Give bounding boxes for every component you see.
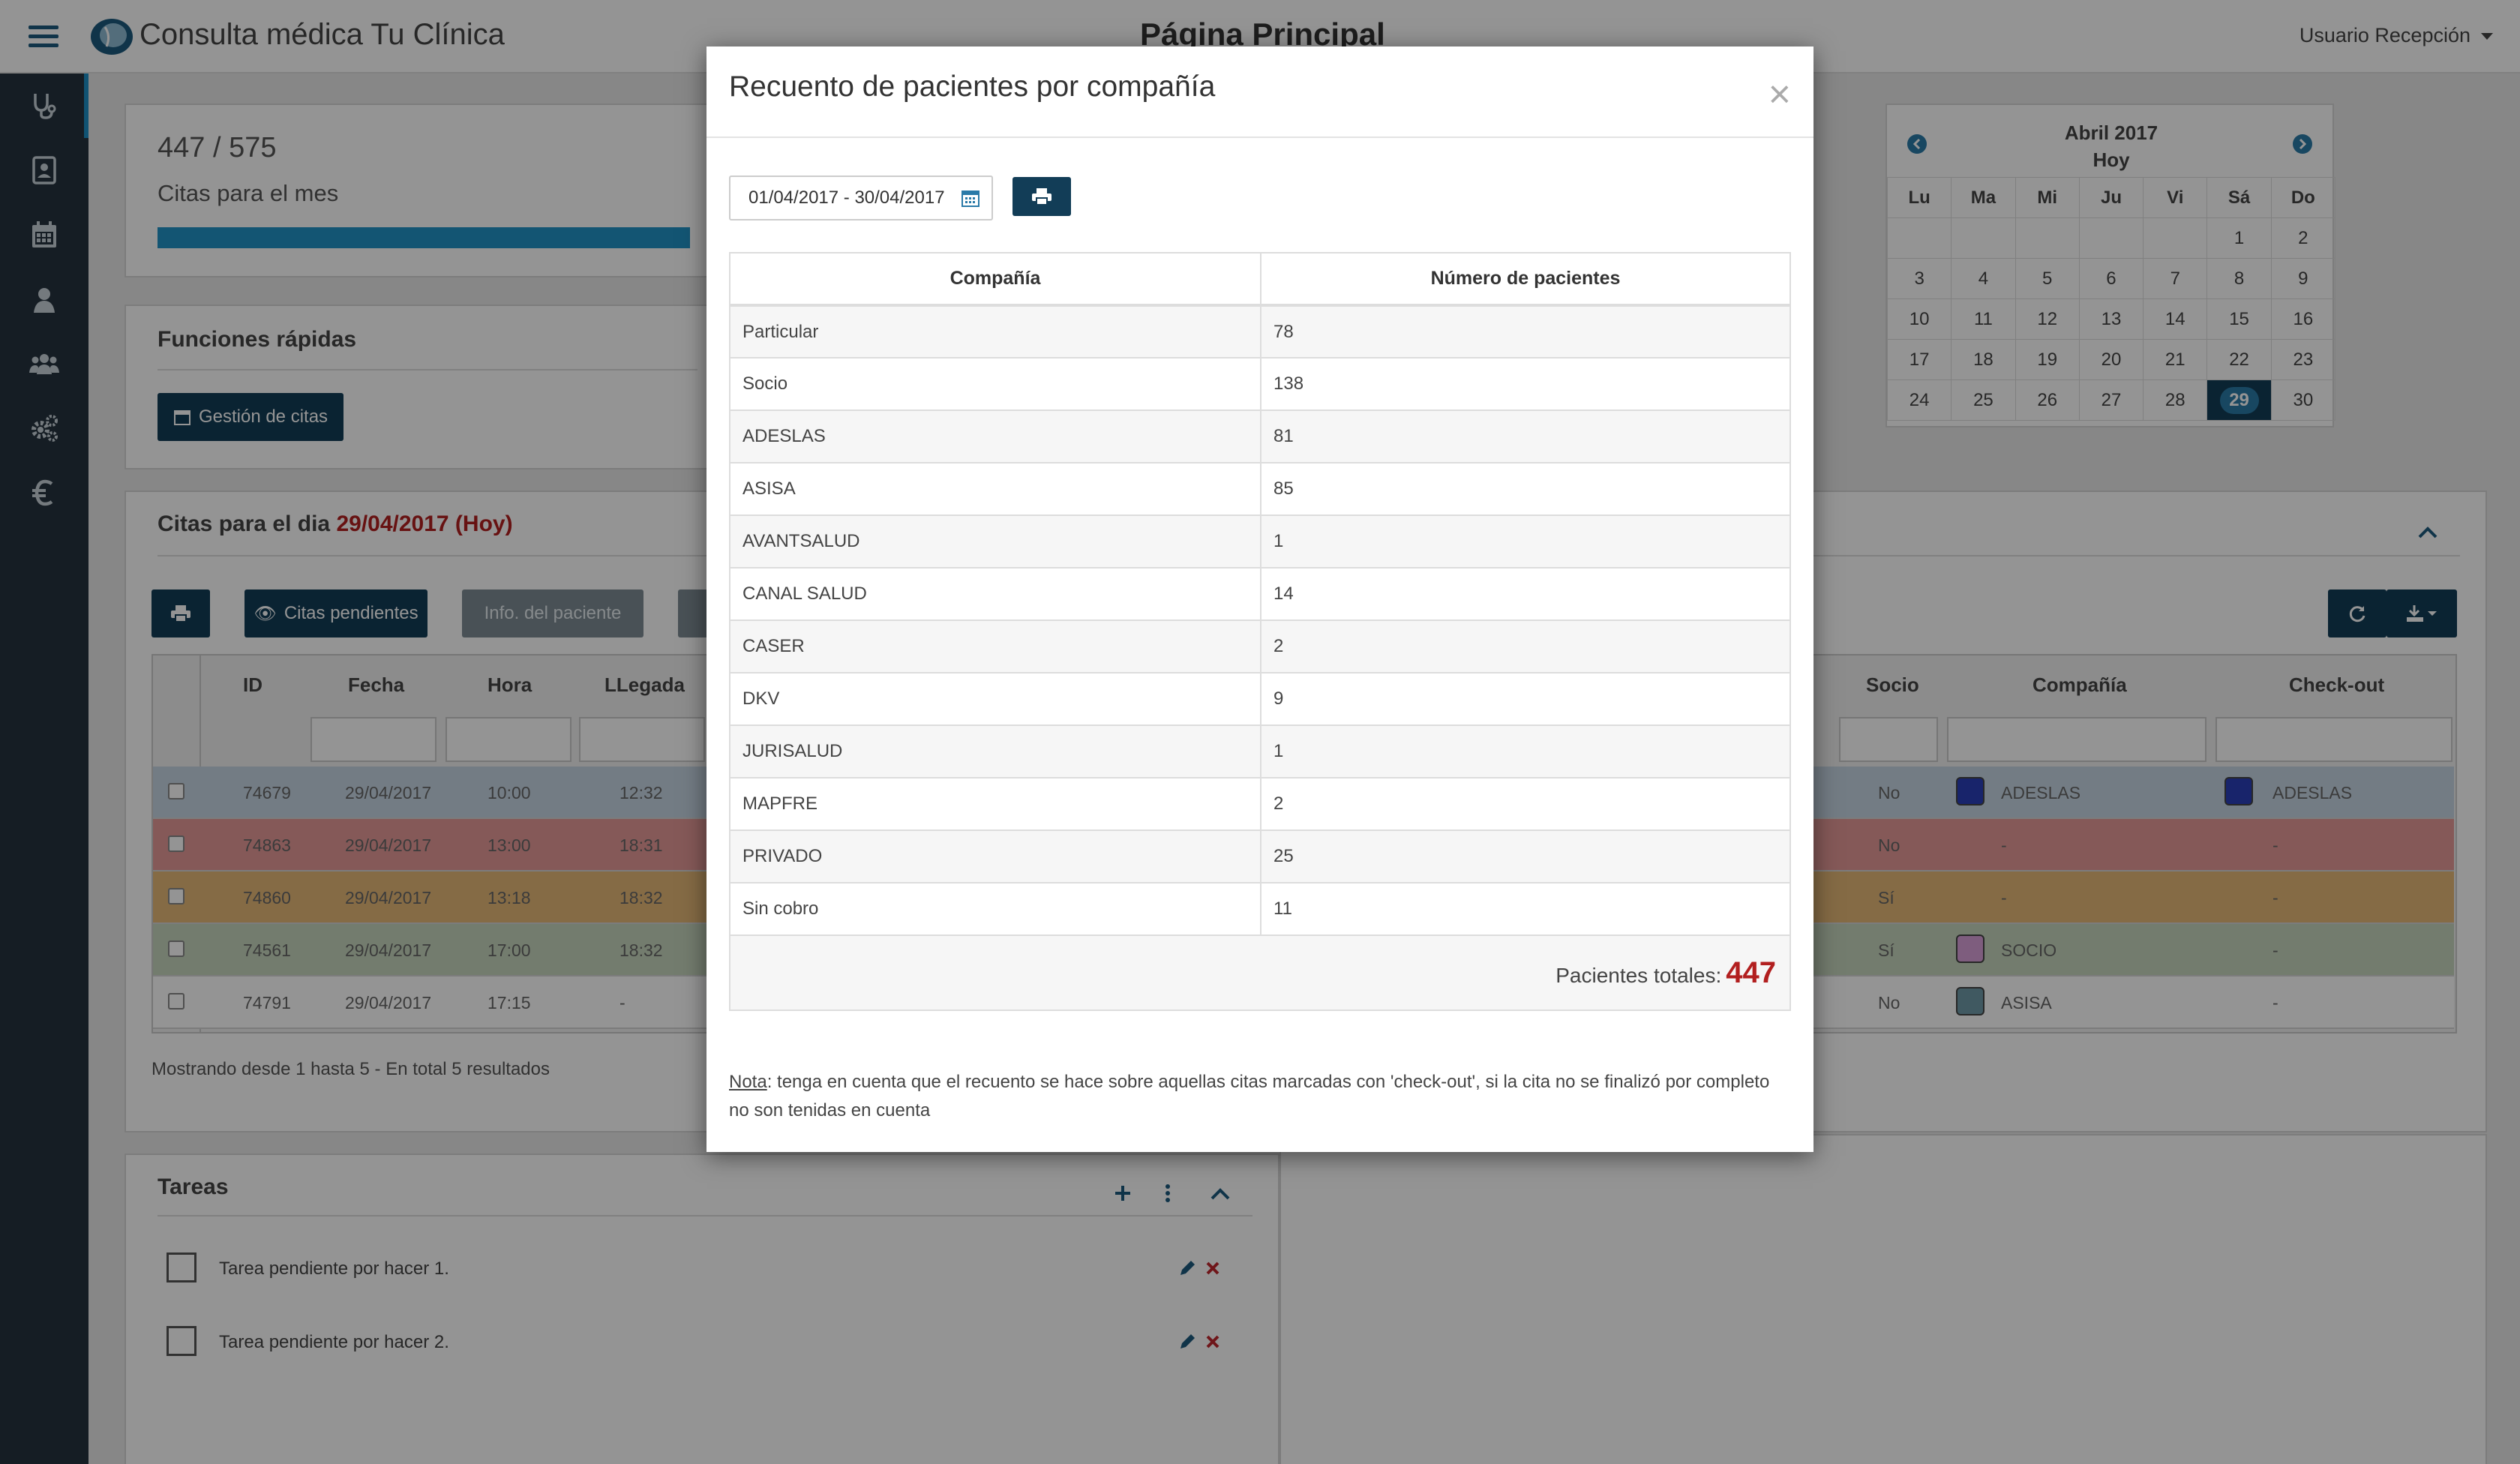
count-note: Nota: tenga en cuenta que el recuento se… bbox=[729, 1068, 1794, 1125]
modal-title: Recuento de pacientes por compañía bbox=[729, 70, 1216, 103]
table-row: CASER 2 bbox=[729, 620, 1791, 674]
patients-by-company-modal: Recuento de pacientes por compañía × 01/… bbox=[706, 46, 1814, 1152]
patients-count-cell: 2 bbox=[1260, 620, 1791, 674]
company-cell: Particular bbox=[729, 304, 1262, 358]
print-button[interactable] bbox=[1012, 177, 1071, 216]
table-row: ADESLAS 81 bbox=[729, 410, 1791, 464]
patients-count-table: Compañía Número de pacientes Particular 7… bbox=[729, 252, 1791, 1011]
table-row: CANAL SALUD 14 bbox=[729, 567, 1791, 621]
total-label: Pacientes totales: bbox=[1556, 963, 1722, 987]
patients-count-cell: 25 bbox=[1260, 830, 1791, 884]
company-cell: Socio bbox=[729, 357, 1262, 411]
company-cell: MAPFRE bbox=[729, 777, 1262, 831]
company-cell: ADESLAS bbox=[729, 410, 1262, 464]
patients-count-cell: 1 bbox=[1260, 724, 1791, 778]
patients-count-cell: 138 bbox=[1260, 357, 1791, 411]
patients-count-cell: 14 bbox=[1260, 567, 1791, 621]
column-header-company: Compañía bbox=[729, 252, 1262, 307]
patients-count-cell: 11 bbox=[1260, 882, 1791, 936]
column-header-patients: Número de pacientes bbox=[1260, 252, 1791, 307]
table-row: Particular 78 bbox=[729, 304, 1791, 358]
patients-count-cell: 9 bbox=[1260, 672, 1791, 726]
print-icon bbox=[1032, 188, 1052, 206]
date-range-input[interactable]: 01/04/2017 - 30/04/2017 bbox=[729, 176, 993, 220]
company-cell: Sin cobro bbox=[729, 882, 1262, 936]
table-row: Socio 138 bbox=[729, 357, 1791, 411]
company-cell: JURISALUD bbox=[729, 724, 1262, 778]
note-label: Nota bbox=[729, 1072, 767, 1092]
company-cell: PRIVADO bbox=[729, 830, 1262, 884]
table-row: DKV 9 bbox=[729, 672, 1791, 726]
company-cell: DKV bbox=[729, 672, 1262, 726]
modal-header: Recuento de pacientes por compañía × bbox=[706, 46, 1814, 138]
company-cell: AVANTSALUD bbox=[729, 514, 1262, 568]
close-icon[interactable]: × bbox=[1768, 75, 1791, 114]
table-row: PRIVADO 25 bbox=[729, 830, 1791, 884]
date-range-value: 01/04/2017 - 30/04/2017 bbox=[748, 188, 945, 208]
company-cell: ASISA bbox=[729, 462, 1262, 516]
note-text: : tenga en cuenta que el recuento se hac… bbox=[729, 1072, 1770, 1120]
calendar-icon[interactable] bbox=[960, 188, 981, 208]
patients-count-cell: 78 bbox=[1260, 304, 1791, 358]
table-row: Sin cobro 11 bbox=[729, 882, 1791, 936]
patients-count-cell: 2 bbox=[1260, 777, 1791, 831]
table-row: JURISALUD 1 bbox=[729, 724, 1791, 778]
table-row: AVANTSALUD 1 bbox=[729, 514, 1791, 568]
company-cell: CASER bbox=[729, 620, 1262, 674]
total-value: 447 bbox=[1726, 956, 1776, 989]
patients-count-cell: 81 bbox=[1260, 410, 1791, 464]
table-row: MAPFRE 2 bbox=[729, 777, 1791, 831]
patients-count-cell: 85 bbox=[1260, 462, 1791, 516]
patients-count-cell: 1 bbox=[1260, 514, 1791, 568]
company-cell: CANAL SALUD bbox=[729, 567, 1262, 621]
table-row: ASISA 85 bbox=[729, 462, 1791, 516]
total-row: Pacientes totales: 447 bbox=[729, 934, 1791, 1011]
